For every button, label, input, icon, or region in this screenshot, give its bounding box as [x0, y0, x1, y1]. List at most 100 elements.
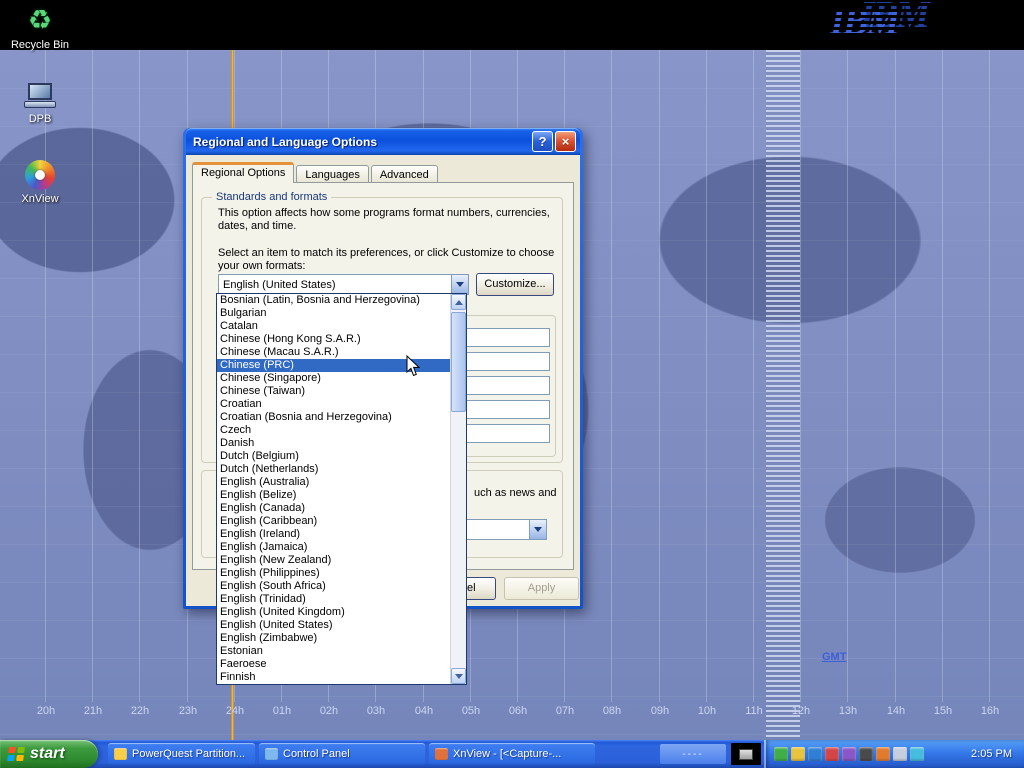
language-option[interactable]: Dutch (Netherlands): [217, 463, 450, 476]
format-combobox[interactable]: English (United States): [218, 274, 469, 295]
tray-shield-icon[interactable]: [808, 747, 822, 761]
location-description-fragment: uch as news and: [474, 487, 557, 499]
list-scrollbar[interactable]: [450, 294, 466, 684]
scroll-up-button[interactable]: [451, 294, 466, 310]
combobox-dropdown-button[interactable]: [451, 275, 468, 294]
desktop-icon-recycle-bin[interactable]: ♻ Recycle Bin: [8, 4, 72, 51]
taskbar: start PowerQuest Partition... Control Pan…: [0, 740, 1024, 768]
xnview-icon: [25, 160, 55, 190]
language-option[interactable]: English (Philippines): [217, 567, 450, 580]
hour-label: 02h: [314, 705, 344, 717]
tray-alert-icon[interactable]: [825, 747, 839, 761]
mouse-cursor: [406, 355, 421, 382]
language-option[interactable]: Catalan: [217, 320, 450, 333]
hour-label: 13h: [833, 705, 863, 717]
language-option[interactable]: English (Canada): [217, 502, 450, 515]
language-option[interactable]: English (United Kingdom): [217, 606, 450, 619]
taskbar-applet-icon: [739, 749, 753, 760]
ibm-logo: IBM IBM: [826, 0, 976, 50]
tray-display-icon[interactable]: [842, 747, 856, 761]
language-option[interactable]: Dutch (Belgium): [217, 450, 450, 463]
taskbar-task-1[interactable]: PowerQuest Partition...: [108, 743, 255, 765]
customize-button[interactable]: Customize...: [476, 273, 554, 296]
taskbar-applet[interactable]: [731, 743, 761, 765]
language-option[interactable]: English (Zimbabwe): [217, 632, 450, 645]
language-option[interactable]: English (Caribbean): [217, 515, 450, 528]
scrollbar-thumb[interactable]: [451, 312, 466, 412]
desktop-icon-xnview[interactable]: XnView: [8, 160, 72, 205]
language-option[interactable]: English (Ireland): [217, 528, 450, 541]
taskbar-task-3[interactable]: XnView - [<Capture-...: [429, 743, 595, 765]
tray-messenger-icon[interactable]: [910, 747, 924, 761]
hour-label: 05h: [456, 705, 486, 717]
task-buttons: PowerQuest Partition... Control PanelXnVi…: [108, 743, 595, 765]
desktop-icon-dpb[interactable]: DPB: [8, 82, 72, 125]
tab-advanced[interactable]: Advanced: [371, 165, 438, 183]
timezone-line: [139, 50, 140, 702]
system-tray: 2:05 PM: [764, 740, 1024, 768]
combobox-dropdown-button[interactable]: [529, 520, 546, 539]
language-option[interactable]: Bosnian (Latin, Bosnia and Herzegovina): [217, 294, 450, 307]
start-button[interactable]: start: [0, 740, 98, 768]
language-option[interactable]: Faeroese: [217, 658, 450, 671]
hour-label: 15h: [928, 705, 958, 717]
language-option[interactable]: Finnish: [217, 671, 450, 684]
clock[interactable]: 2:05 PM: [971, 748, 1024, 760]
language-option[interactable]: English (Jamaica): [217, 541, 450, 554]
language-option[interactable]: English (Belize): [217, 489, 450, 502]
language-option[interactable]: English (United States): [217, 619, 450, 632]
language-option[interactable]: Chinese (Taiwan): [217, 385, 450, 398]
hour-label: 09h: [645, 705, 675, 717]
timezone-line: [989, 50, 990, 702]
tray-antivirus-icon[interactable]: [876, 747, 890, 761]
tray-network-icon[interactable]: [774, 747, 788, 761]
chevron-down-icon: [534, 527, 542, 536]
timezone-line: [706, 50, 707, 702]
tray-grid-icon[interactable]: [859, 747, 873, 761]
language-option[interactable]: Czech: [217, 424, 450, 437]
language-option[interactable]: English (Australia): [217, 476, 450, 489]
windows-flag-icon: [7, 747, 26, 762]
tray-update-icon[interactable]: [791, 747, 805, 761]
hour-label: 22h: [125, 705, 155, 717]
language-option[interactable]: English (New Zealand): [217, 554, 450, 567]
scroll-down-button[interactable]: [451, 668, 466, 684]
tray-volume-icon[interactable]: [893, 747, 907, 761]
icon-label: DPB: [29, 113, 52, 125]
xnview-window-icon: [435, 748, 448, 760]
tray-icons: [774, 747, 924, 761]
recycle-bin-icon: ♻: [23, 4, 57, 36]
taskbar-task-2[interactable]: Control Panel: [259, 743, 425, 765]
language-option[interactable]: English (Trinidad): [217, 593, 450, 606]
date-line-hatch-band: [766, 50, 800, 740]
help-button[interactable]: ?: [532, 131, 553, 152]
hour-label: 12h: [786, 705, 816, 717]
language-option[interactable]: Croatian: [217, 398, 450, 411]
hour-label: 20h: [31, 705, 61, 717]
group-title: Standards and formats: [212, 191, 331, 203]
hour-label: 04h: [409, 705, 439, 717]
hour-label: 03h: [361, 705, 391, 717]
hour-label: 16h: [975, 705, 1005, 717]
laptop-icon: [22, 82, 58, 110]
tab-regional-options[interactable]: Regional Options: [192, 162, 294, 183]
dialog-titlebar[interactable]: Regional and Language Options ? ×: [186, 128, 580, 155]
task-label: PowerQuest Partition...: [132, 748, 245, 760]
tab-languages[interactable]: Languages: [296, 165, 368, 183]
taskbar-deskband[interactable]: ----: [660, 744, 726, 764]
timezone-line: [895, 50, 896, 702]
language-option[interactable]: Estonian: [217, 645, 450, 658]
language-option[interactable]: Chinese (Hong Kong S.A.R.): [217, 333, 450, 346]
language-option[interactable]: English (South Africa): [217, 580, 450, 593]
hour-label: 23h: [173, 705, 203, 717]
hour-label: 11h: [739, 705, 769, 717]
close-button[interactable]: ×: [555, 131, 576, 152]
hour-label: 08h: [597, 705, 627, 717]
language-option[interactable]: Croatian (Bosnia and Herzegovina): [217, 411, 450, 424]
icon-label: Recycle Bin: [11, 39, 69, 51]
hour-label: 06h: [503, 705, 533, 717]
language-option[interactable]: Danish: [217, 437, 450, 450]
timezone-line: [45, 50, 46, 702]
control-panel-icon: [265, 748, 278, 760]
language-option[interactable]: Bulgarian: [217, 307, 450, 320]
